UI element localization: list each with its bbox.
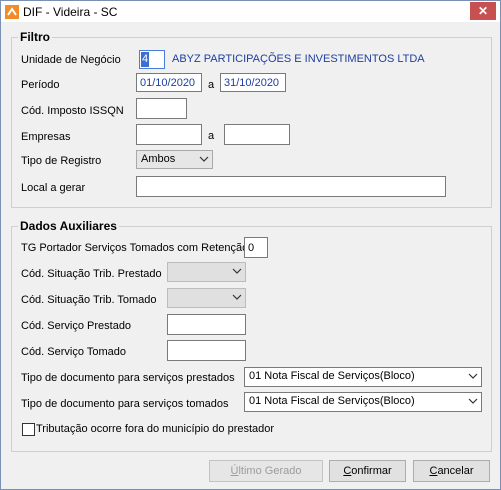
cancelar-label: ancelar <box>437 465 474 477</box>
doc-tomados-select[interactable]: 01 Nota Fiscal de Serviços(Bloco) <box>244 392 482 412</box>
window-title: DIF - Videira - SC <box>23 5 118 19</box>
cancelar-button[interactable]: Cancelar <box>413 460 490 482</box>
chevron-down-icon <box>199 156 209 162</box>
title-bar[interactable]: DIF - Videira - SC ✕ <box>1 1 500 22</box>
confirmar-button[interactable]: Confirmar <box>329 460 406 482</box>
fora-municipio-checkbox[interactable] <box>22 423 35 436</box>
serv-prestado-label: Cód. Serviço Prestado <box>21 320 132 332</box>
serv-tomado-input[interactable] <box>167 340 246 361</box>
periodo-inicio-input[interactable] <box>136 73 202 92</box>
doc-prestados-label: Tipo de documento para serviços prestado… <box>21 372 235 384</box>
serv-tomado-label: Cód. Serviço Tomado <box>21 346 126 358</box>
tg-input[interactable] <box>244 237 268 258</box>
ultimo-gerado-button[interactable]: Último Gerado <box>209 460 323 482</box>
confirmar-label: onfirmar <box>351 465 392 477</box>
ultimo-gerado-label: ltimo Gerado <box>238 465 302 477</box>
tipo-registro-select[interactable]: Ambos <box>136 150 213 169</box>
close-button[interactable]: ✕ <box>470 2 496 20</box>
doc-prestados-value: 01 Nota Fiscal de Serviços(Bloco) <box>249 370 415 382</box>
filtro-title: Filtro <box>18 30 52 44</box>
empresas-inicio-input[interactable] <box>136 124 202 145</box>
auxiliares-group: Dados Auxiliares <box>11 219 492 452</box>
empresas-fim-input[interactable] <box>224 124 290 145</box>
doc-prestados-select[interactable]: 01 Nota Fiscal de Serviços(Bloco) <box>244 367 482 387</box>
imposto-input[interactable] <box>136 98 187 119</box>
sit-prestado-label: Cód. Situação Trib. Prestado <box>21 268 162 280</box>
tg-label: TG Portador Serviços Tomados com Retençã… <box>21 242 249 254</box>
tipo-registro-label: Tipo de Registro <box>21 155 102 167</box>
imposto-label: Cód. Imposto ISSQN <box>21 105 124 117</box>
doc-tomados-value: 01 Nota Fiscal de Serviços(Bloco) <box>249 395 415 407</box>
serv-prestado-input[interactable] <box>167 314 246 335</box>
unidade-value: 4 <box>141 52 149 67</box>
app-icon <box>5 5 19 19</box>
local-input[interactable] <box>136 176 446 197</box>
periodo-sep: a <box>208 79 215 91</box>
chevron-down-icon <box>468 398 478 404</box>
sit-prestado-select[interactable] <box>167 262 246 282</box>
tipo-registro-value: Ambos <box>141 153 176 165</box>
chevron-down-icon <box>468 373 478 379</box>
local-label: Local a gerar <box>21 182 86 194</box>
auxiliares-title: Dados Auxiliares <box>18 219 119 233</box>
sit-tomado-label: Cód. Situação Trib. Tomado <box>21 294 157 306</box>
empresas-label: Empresas <box>21 131 71 143</box>
periodo-fim-input[interactable] <box>220 73 286 92</box>
sit-tomado-select[interactable] <box>167 288 246 308</box>
periodo-label: Período <box>21 79 60 91</box>
chevron-down-icon <box>232 294 242 300</box>
unidade-label: Unidade de Negócio <box>21 54 121 66</box>
dif-window: DIF - Videira - SC ✕ Filtro Unidade de N… <box>0 0 501 490</box>
doc-tomados-label: Tipo de documento para serviços tomados <box>21 398 229 410</box>
fora-municipio-label: Tributação ocorre fora do município do p… <box>36 423 275 435</box>
unidade-nome: ABYZ PARTICIPAÇÕES E INVESTIMENTOS LTDA <box>172 53 425 65</box>
empresas-sep: a <box>208 130 215 142</box>
close-icon: ✕ <box>477 4 489 18</box>
chevron-down-icon <box>232 268 242 274</box>
